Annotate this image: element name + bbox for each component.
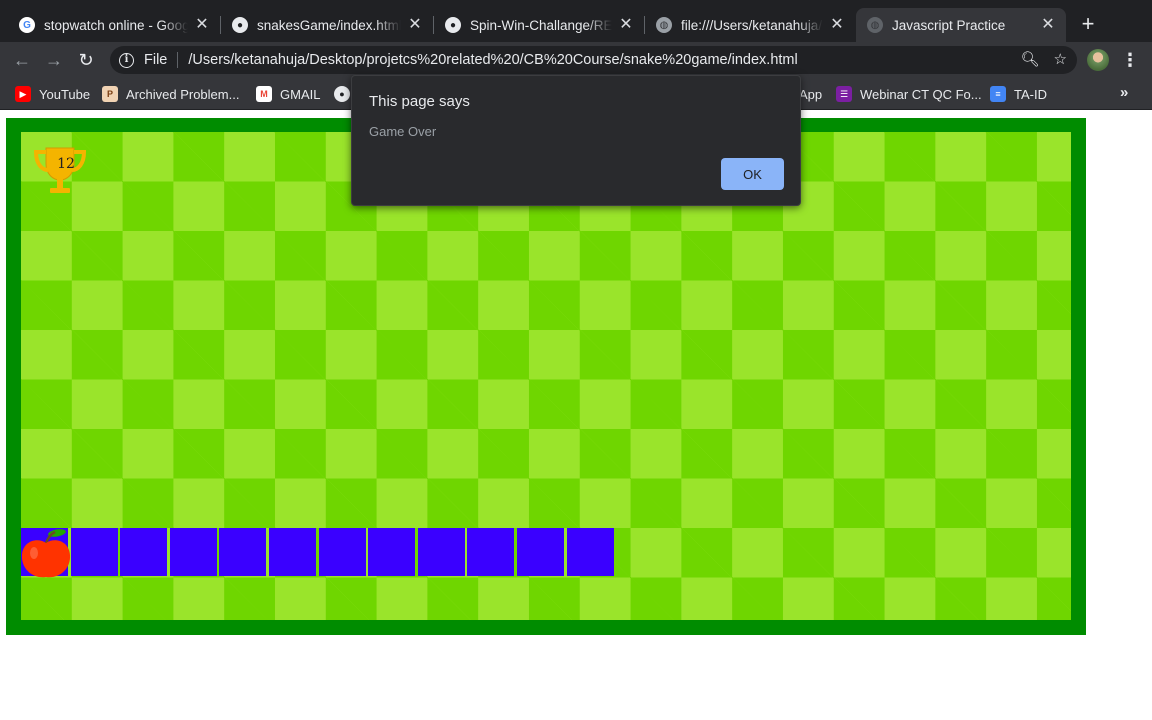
github-icon: ● (232, 17, 248, 33)
tab-title: file:///Users/ketanahuja/Desktop (681, 17, 823, 33)
back-button[interactable]: ← (10, 48, 34, 72)
tab-local-file[interactable]: ◍ file:///Users/ketanahuja/Desktop ✕ (645, 8, 855, 42)
snake-segment (566, 528, 614, 576)
address-bar[interactable]: i File /Users/ketanahuja/Desktop/projetc… (110, 46, 1077, 74)
snake-segment (219, 528, 267, 576)
github-icon: ● (445, 17, 461, 33)
snake-segment (417, 528, 465, 576)
tab-title: snakesGame/index.html at master (257, 17, 401, 33)
tab-title: stopwatch online - Google Search (44, 17, 188, 33)
bookmark-youtube[interactable]: ▶ YouTube (15, 85, 90, 103)
tab-javascript-practice[interactable]: ◍ Javascript Practice ✕ (856, 8, 1066, 42)
reload-button[interactable]: ↻ (74, 48, 98, 72)
archive-icon: P (102, 86, 118, 102)
gmail-icon: M (256, 86, 272, 102)
globe-icon: ◍ (656, 17, 672, 33)
google-icon: G (19, 17, 35, 33)
bookmarks-overflow-icon[interactable]: » (1120, 84, 1128, 101)
url-text[interactable]: /Users/ketanahuja/Desktop/projetcs%20rel… (188, 52, 797, 68)
tab-snakesgame[interactable]: ● snakesGame/index.html at master ✕ (221, 8, 433, 42)
info-icon[interactable]: i (119, 52, 134, 68)
bookmark-app[interactable]: App (799, 85, 822, 103)
close-icon[interactable]: ✕ (829, 17, 845, 33)
tab-strip: G stopwatch online - Google Search ✕ ● s… (0, 0, 1152, 42)
close-icon[interactable]: ✕ (1040, 17, 1056, 33)
bookmark-webinar[interactable]: ☰ Webinar CT QC Fo... (836, 85, 982, 103)
snake-segment (318, 528, 366, 576)
bookmark-ta-id[interactable]: ≡ TA-ID (990, 85, 1047, 103)
star-icon[interactable]: ☆ (1054, 50, 1067, 68)
github-icon: ● (334, 86, 350, 102)
snake-segment (70, 528, 118, 576)
bookmark-label: Webinar CT QC Fo... (860, 86, 982, 102)
alert-dialog: This page says Game Over OK (351, 75, 801, 206)
dialog-title: This page says (369, 93, 470, 110)
bookmark-label: GMAIL (280, 86, 321, 102)
close-icon[interactable]: ✕ (407, 17, 423, 33)
bookmark-label: App (799, 86, 823, 102)
snake-segment (368, 528, 416, 576)
bookmark-label: TA-ID (1014, 86, 1047, 102)
bookmark-label: Archived Problem... (126, 86, 240, 102)
snake-segment (467, 528, 515, 576)
menu-kebab-icon[interactable]: ⋮ (1121, 48, 1139, 72)
bookmark-archived-problems[interactable]: P Archived Problem... (102, 85, 239, 103)
tab-spin-win[interactable]: ● Spin-Win-Challange/README.md ✕ (434, 8, 644, 42)
globe-icon: ◍ (867, 17, 883, 33)
bookmark-gmail[interactable]: M GMAIL (256, 85, 320, 103)
youtube-icon: ▶ (15, 86, 31, 102)
ok-button[interactable]: OK (721, 158, 784, 190)
apple-food-icon (21, 529, 71, 578)
forward-button[interactable]: → (42, 48, 66, 72)
forms-icon: ☰ (836, 86, 852, 102)
close-icon[interactable]: ✕ (618, 17, 634, 33)
url-scheme: File (144, 52, 168, 68)
new-tab-button[interactable]: + (1076, 12, 1100, 36)
snake-segment (120, 528, 168, 576)
bookmark-label: YouTube (39, 86, 91, 102)
docs-icon: ≡ (990, 86, 1006, 102)
zoom-icon[interactable]: 🔍︎ (1021, 50, 1040, 68)
snake-segment (269, 528, 316, 576)
omnibox-divider (177, 52, 179, 68)
tab-title: Spin-Win-Challange/README.md (470, 17, 612, 33)
tab-title: Javascript Practice (892, 17, 1006, 33)
close-icon[interactable]: ✕ (194, 17, 210, 33)
snake-segment (169, 528, 217, 576)
snake-segment (517, 528, 564, 576)
score-counter: 12 (57, 156, 75, 172)
omnibox-actions: 🔍︎ ☆ (1021, 50, 1068, 68)
tab-stopwatch[interactable]: G stopwatch online - Google Search ✕ (8, 8, 220, 42)
profile-avatar[interactable] (1087, 49, 1109, 71)
toolbar: ← → ↻ i File /Users/ketanahuja/Desktop/p… (0, 42, 1152, 78)
dialog-message: Game Over (369, 124, 437, 139)
